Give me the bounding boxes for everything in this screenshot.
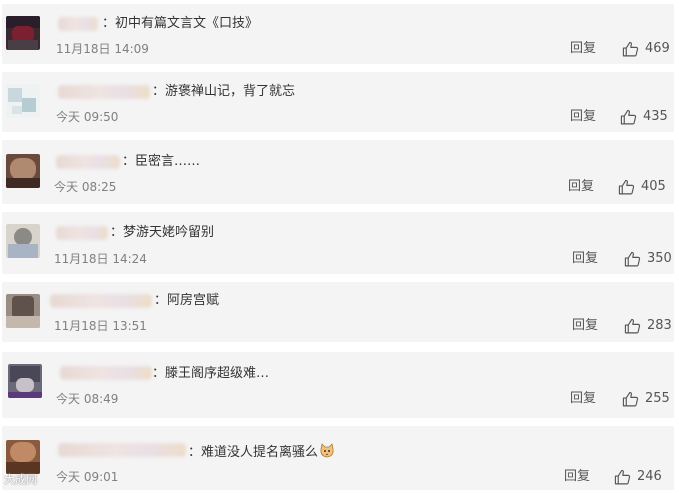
reply-button[interactable]: 回复 (564, 469, 590, 485)
like-button[interactable]: 435 (620, 108, 668, 126)
like-button[interactable]: 283 (624, 317, 672, 335)
avatar[interactable] (6, 224, 40, 258)
comment-text: ：臣密言…… (122, 154, 201, 169)
reply-button[interactable]: 回复 (570, 391, 596, 407)
reply-button[interactable]: 回复 (568, 179, 594, 195)
like-button[interactable]: 405 (618, 178, 666, 196)
comment-list: ：初中有篇文言文《口技》 11月18日 14:09 回复 469 ：游褒禅山记，… (0, 0, 679, 493)
comment-card: ：滕王阁序超级难… 今天 08:49 回复 255 (2, 352, 674, 418)
avatar[interactable] (6, 440, 40, 474)
thumbs-up-icon (614, 469, 631, 484)
thumbs-up-icon (624, 318, 641, 333)
thumbs-up-icon (622, 391, 639, 406)
comment-time: 11月18日 14:24 (54, 252, 147, 266)
avatar[interactable] (6, 16, 40, 50)
comment-text: ：滕王阁序超级难… (152, 366, 270, 381)
comment-time: 11月18日 13:51 (54, 319, 147, 333)
comment-text: ：阿房宫赋 (154, 293, 220, 308)
thumbs-up-icon (624, 251, 641, 266)
thumbs-up-icon (622, 41, 639, 56)
avatar[interactable] (8, 364, 42, 398)
username-blurred[interactable] (56, 226, 108, 240)
thumbs-up-icon (618, 179, 635, 194)
like-count: 255 (645, 391, 670, 406)
like-count: 435 (643, 109, 668, 124)
username-blurred[interactable] (50, 294, 152, 308)
comment-card: ：初中有篇文言文《口技》 11月18日 14:09 回复 469 (2, 4, 674, 64)
comment-card: ：臣密言…… 今天 08:25 回复 405 (2, 140, 674, 204)
like-button[interactable]: 246 (614, 468, 662, 486)
thumbs-up-icon (620, 109, 637, 124)
like-count: 350 (647, 251, 672, 266)
username-blurred[interactable] (58, 443, 186, 457)
like-count: 405 (641, 179, 666, 194)
comment-text: ：初中有篇文言文《口技》 (102, 16, 259, 31)
username-blurred[interactable] (58, 17, 98, 31)
avatar[interactable] (6, 154, 40, 188)
comment-card: ：梦游天姥吟留别 11月18日 14:24 回复 350 (2, 212, 674, 274)
watermark: 大成网 (4, 473, 37, 486)
cat-face-icon (320, 443, 334, 458)
username-blurred[interactable] (58, 85, 150, 99)
username-blurred[interactable] (60, 366, 152, 380)
comment-time: 今天 09:01 (56, 470, 119, 484)
username-blurred[interactable] (56, 155, 120, 169)
like-button[interactable]: 469 (622, 40, 670, 58)
like-button[interactable]: 255 (622, 390, 670, 408)
comment-card: ：游褒禅山记，背了就忘 今天 09:50 回复 435 (2, 72, 674, 132)
comment-card: ：难道没人提名离骚么 今天 09:01 回复 246 (2, 426, 674, 490)
comment-text: ：梦游天姥吟留别 (110, 225, 215, 240)
avatar[interactable] (6, 84, 40, 118)
comment-text-row: ：难道没人提名离骚么 (188, 443, 335, 461)
like-button[interactable]: 350 (624, 250, 672, 268)
reply-button[interactable]: 回复 (570, 41, 596, 57)
comment-text: ：难道没人提名离骚么 (188, 445, 319, 460)
comment-time: 今天 08:25 (54, 180, 117, 194)
reply-button[interactable]: 回复 (572, 318, 598, 334)
comment-card: ：阿房宫赋 11月18日 13:51 回复 283 (2, 282, 674, 342)
comment-time: 今天 09:50 (56, 110, 119, 124)
like-count: 469 (645, 41, 670, 56)
reply-button[interactable]: 回复 (572, 251, 598, 267)
like-count: 283 (647, 318, 672, 333)
comment-text: ：游褒禅山记，背了就忘 (152, 84, 296, 99)
like-count: 246 (637, 469, 662, 484)
reply-button[interactable]: 回复 (570, 109, 596, 125)
comment-time: 今天 08:49 (56, 392, 119, 406)
comment-time: 11月18日 14:09 (56, 42, 149, 56)
avatar[interactable] (6, 294, 40, 328)
